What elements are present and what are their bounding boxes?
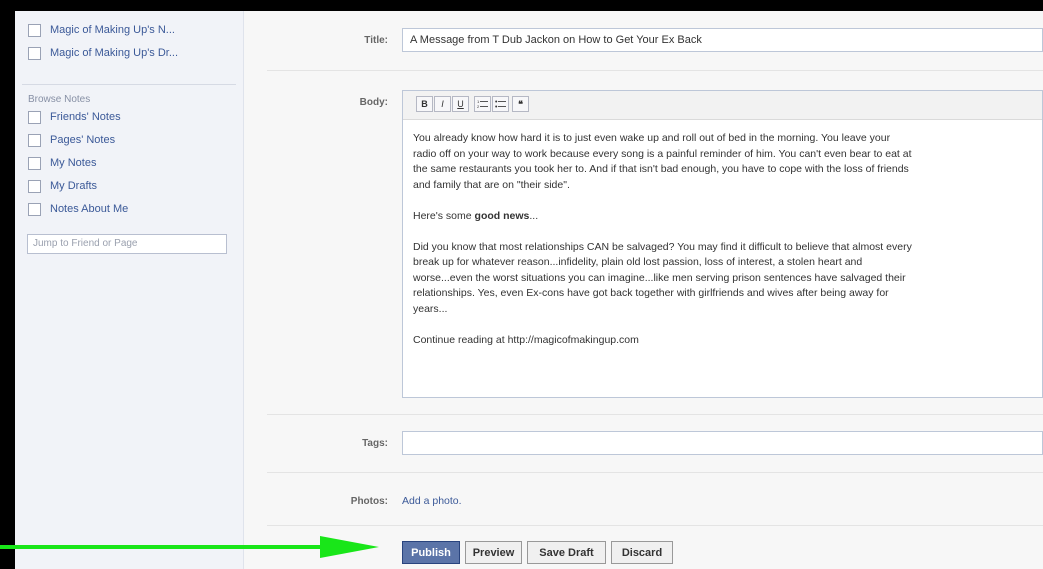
notes-editor-window: Magic of Making Up's N... Magic of Makin…	[15, 11, 1043, 569]
title-input[interactable]: A Message from T Dub Jackon on How to Ge…	[402, 28, 1043, 52]
body-text[interactable]: You already know how hard it is to just …	[413, 131, 1042, 364]
body-line: Continue reading at http://magicofmaking…	[413, 333, 639, 346]
body-line: You already know how hard it is to just …	[413, 132, 891, 144]
body-line: years...	[413, 302, 448, 315]
sidebar: Magic of Making Up's N... Magic of Makin…	[15, 11, 244, 569]
note-page-icon	[28, 133, 41, 147]
divider	[267, 414, 1043, 415]
note-form: Title: A Message from T Dub Jackon on Ho…	[244, 11, 1043, 569]
bulleted-list-icon[interactable]	[492, 96, 509, 112]
add-photo-link[interactable]: Add a photo.	[402, 495, 462, 507]
body-line: break up for whatever reason...infidelit…	[413, 256, 863, 268]
sidebar-item-notes[interactable]: Magic of Making Up's N...	[28, 21, 175, 39]
discard-button[interactable]: Discard	[611, 541, 673, 564]
sidebar-item-label: My Drafts	[50, 180, 98, 192]
svg-text:2: 2	[477, 104, 480, 109]
sidebar-item-notes-about-me[interactable]: Notes About Me	[28, 200, 128, 218]
sidebar-item-drafts[interactable]: Magic of Making Up's Dr...	[28, 44, 178, 62]
body-editor[interactable]: B I U 12 ❝ You already know how hard it …	[402, 90, 1043, 398]
divider	[267, 472, 1043, 473]
title-label: Title:	[364, 35, 388, 46]
tags-label: Tags:	[362, 438, 388, 449]
body-line: Here's some	[413, 209, 475, 222]
browse-notes-heading: Browse Notes	[28, 94, 91, 105]
body-line: Did you know that most relationships CAN…	[413, 240, 912, 253]
sidebar-divider	[22, 84, 236, 85]
body-line: radio off on your way to work because ev…	[413, 147, 912, 160]
sidebar-item-label: Magic of Making Up's N...	[50, 24, 175, 36]
annotation-arrow-icon	[0, 536, 379, 558]
body-label: Body:	[359, 97, 388, 108]
publish-button[interactable]: Publish	[402, 541, 460, 564]
note-page-icon	[28, 23, 41, 37]
save-draft-button[interactable]: Save Draft	[527, 541, 606, 564]
body-paragraph: Did you know that most relationships CAN…	[413, 240, 1042, 318]
body-line: and family that are on "their side".	[413, 178, 570, 191]
divider	[267, 70, 1043, 71]
note-page-icon	[28, 156, 41, 170]
preview-button[interactable]: Preview	[465, 541, 522, 564]
sidebar-item-label: Notes About Me	[50, 203, 129, 215]
body-line: relationships. Yes, even Ex-cons have go…	[413, 287, 889, 299]
body-paragraph: You already know how hard it is to just …	[413, 131, 1042, 193]
note-page-icon	[28, 202, 41, 216]
sidebar-item-my-drafts[interactable]: My Drafts	[28, 177, 97, 195]
numbered-list-icon[interactable]: 12	[474, 96, 491, 112]
sidebar-item-label: Magic of Making Up's Dr...	[50, 47, 179, 59]
note-page-icon	[28, 179, 41, 193]
body-line: ...	[529, 209, 539, 222]
editor-toolbar: B I U 12 ❝	[403, 91, 1042, 120]
bold-icon[interactable]: B	[416, 96, 433, 112]
tags-input[interactable]	[402, 431, 1043, 455]
sidebar-item-friends-notes[interactable]: Friends' Notes	[28, 108, 121, 126]
note-page-icon	[28, 110, 41, 124]
sidebar-item-label: My Notes	[50, 157, 97, 169]
italic-icon[interactable]: I	[434, 96, 451, 112]
quote-icon[interactable]: ❝	[512, 96, 529, 112]
jump-to-friend-input[interactable]: Jump to Friend or Page	[27, 234, 227, 254]
note-page-icon	[28, 46, 41, 60]
body-paragraph: Continue reading at http://magicofmaking…	[413, 333, 1042, 349]
body-line: worse...even the worst situations you ca…	[413, 271, 906, 284]
sidebar-item-label: Friends' Notes	[50, 111, 121, 123]
sidebar-item-label: Pages' Notes	[50, 134, 116, 146]
underline-icon[interactable]: U	[452, 96, 469, 112]
sidebar-item-pages-notes[interactable]: Pages' Notes	[28, 131, 115, 149]
body-paragraph: Here's some good news...	[413, 209, 1042, 225]
photos-label: Photos:	[350, 496, 388, 507]
sidebar-item-my-notes[interactable]: My Notes	[28, 154, 96, 172]
divider	[267, 525, 1043, 526]
body-line: the same restaurants you took her to. An…	[413, 163, 909, 175]
body-bold-text: good news	[474, 209, 530, 222]
